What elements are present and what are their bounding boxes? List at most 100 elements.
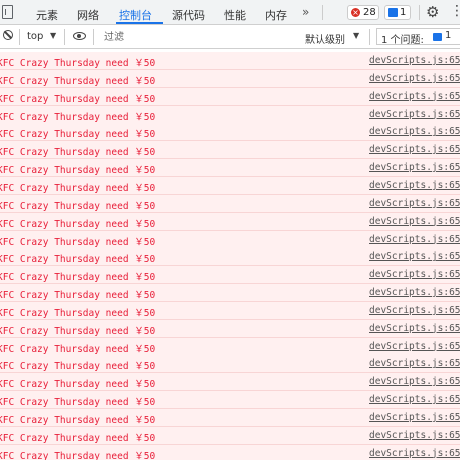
log-source-link[interactable]: devScripts.js:65 bbox=[369, 430, 460, 441]
log-source-link[interactable]: devScripts.js:65 bbox=[369, 251, 460, 262]
log-message: KFC Crazy Thursday need ￥50 bbox=[0, 432, 156, 444]
log-source-link[interactable]: devScripts.js:65 bbox=[369, 341, 460, 352]
console-log-row: KFC Crazy Thursday need ￥50 devScripts.js… bbox=[0, 337, 460, 356]
log-source-link[interactable]: devScripts.js:65 bbox=[369, 126, 460, 137]
console-log-row: KFC Crazy Thursday need ￥50 devScripts.js… bbox=[0, 105, 460, 124]
log-source-link[interactable]: devScripts.js:65 bbox=[369, 269, 460, 280]
log-message: KFC Crazy Thursday need ￥50 bbox=[0, 343, 156, 355]
error-icon: × bbox=[351, 8, 360, 17]
more-tabs-button[interactable]: » bbox=[302, 5, 309, 19]
console-log-row: KFC Crazy Thursday need ￥50 devScripts.js… bbox=[0, 248, 460, 267]
log-message: KFC Crazy Thursday need ￥50 bbox=[0, 415, 156, 426]
log-message: KFC Crazy Thursday need ￥50 bbox=[0, 272, 156, 284]
tab-elements[interactable]: 元素 bbox=[36, 7, 58, 23]
filter-divider bbox=[93, 29, 94, 45]
log-message: KFC Crazy Thursday need ￥50 bbox=[0, 254, 156, 266]
console-log-row: KFC Crazy Thursday need ￥50 devScripts.js… bbox=[0, 409, 460, 427]
log-message: KFC Crazy Thursday need ￥50 bbox=[0, 290, 156, 302]
filter-divider bbox=[19, 29, 20, 45]
log-source-link[interactable]: devScripts.js:65 bbox=[369, 73, 460, 84]
issues-label: 1 个问题: bbox=[381, 35, 424, 46]
console-log-row: KFC Crazy Thursday need ￥50 devScripts.js… bbox=[0, 52, 460, 70]
log-source-link[interactable]: devScripts.js:65 bbox=[369, 448, 460, 459]
console-log-row: KFC Crazy Thursday need ￥50 devScripts.js… bbox=[0, 301, 460, 320]
console-log-row: KFC Crazy Thursday need ￥50 devScripts.js… bbox=[0, 123, 460, 142]
filter-input[interactable] bbox=[100, 28, 303, 46]
devtools-toolbar: 元素 网络 控制台 源代码 性能 内存 » × 28 1 ⚙ ⋮ bbox=[0, 0, 460, 25]
log-message: KFC Crazy Thursday need ￥50 bbox=[0, 218, 156, 230]
tab-memory[interactable]: 内存 bbox=[265, 7, 287, 23]
log-source-link[interactable]: devScripts.js:65 bbox=[369, 323, 460, 334]
log-levels-dropdown[interactable]: 默认级别 bbox=[305, 31, 345, 46]
log-message: KFC Crazy Thursday need ￥50 bbox=[0, 236, 156, 248]
console-log-area: KFC Crazy Thursday need ￥50 devScripts.js… bbox=[0, 49, 460, 460]
log-source-link[interactable]: devScripts.js:65 bbox=[369, 109, 460, 120]
log-message: KFC Crazy Thursday need ￥50 bbox=[0, 58, 156, 69]
log-source-link[interactable]: devScripts.js:65 bbox=[369, 55, 460, 66]
tab-console[interactable]: 控制台 bbox=[119, 7, 152, 23]
log-source-link[interactable]: devScripts.js:65 bbox=[369, 162, 460, 173]
console-log-row: KFC Crazy Thursday need ￥50 devScripts.js… bbox=[0, 176, 460, 195]
log-source-link[interactable]: devScripts.js:65 bbox=[369, 287, 460, 298]
console-log-row: KFC Crazy Thursday need ￥50 devScripts.js… bbox=[0, 391, 460, 410]
error-count-badge[interactable]: × 28 bbox=[347, 5, 379, 20]
console-log-row: KFC Crazy Thursday need ￥50 devScripts.js… bbox=[0, 355, 460, 374]
issues-count: 1 bbox=[445, 30, 452, 41]
log-message: KFC Crazy Thursday need ￥50 bbox=[0, 147, 156, 159]
log-source-link[interactable]: devScripts.js:65 bbox=[369, 91, 460, 102]
log-message: KFC Crazy Thursday need ￥50 bbox=[0, 182, 156, 194]
console-log-row: KFC Crazy Thursday need ￥50 devScripts.js… bbox=[0, 284, 460, 303]
console-log-row: KFC Crazy Thursday need ￥50 devScripts.js… bbox=[0, 69, 460, 88]
log-source-link[interactable]: devScripts.js:65 bbox=[369, 198, 460, 209]
issues-button[interactable]: 1 个问题: 1 bbox=[376, 28, 460, 46]
log-message: KFC Crazy Thursday need ￥50 bbox=[0, 75, 156, 87]
console-log-row: KFC Crazy Thursday need ￥50 devScripts.js… bbox=[0, 141, 460, 160]
console-log-row: KFC Crazy Thursday need ￥50 devScripts.js… bbox=[0, 444, 460, 460]
error-count: 28 bbox=[363, 7, 376, 18]
log-source-link[interactable]: devScripts.js:65 bbox=[369, 180, 460, 191]
log-message: KFC Crazy Thursday need ￥50 bbox=[0, 325, 156, 337]
gear-icon[interactable]: ⚙ bbox=[426, 4, 439, 21]
log-message: KFC Crazy Thursday need ￥50 bbox=[0, 450, 156, 460]
console-log-row: KFC Crazy Thursday need ￥50 devScripts.js… bbox=[0, 194, 460, 213]
panel-toggle-icon[interactable] bbox=[2, 5, 13, 19]
console-log-row: KFC Crazy Thursday need ￥50 devScripts.js… bbox=[0, 373, 460, 392]
log-message: KFC Crazy Thursday need ￥50 bbox=[0, 307, 156, 319]
log-source-link[interactable]: devScripts.js:65 bbox=[369, 376, 460, 387]
console-filter-bar: top ▼ 默认级别 ▼ 1 个问题: 1 bbox=[0, 25, 460, 49]
more-vert-icon[interactable]: ⋮ bbox=[450, 3, 460, 20]
filter-divider bbox=[369, 29, 370, 45]
console-log-row: KFC Crazy Thursday need ￥50 devScripts.js… bbox=[0, 212, 460, 231]
console-log-row: KFC Crazy Thursday need ￥50 devScripts.js… bbox=[0, 319, 460, 338]
tab-performance[interactable]: 性能 bbox=[224, 7, 246, 23]
log-source-link[interactable]: devScripts.js:65 bbox=[369, 412, 460, 423]
log-message: KFC Crazy Thursday need ￥50 bbox=[0, 397, 156, 409]
toolbar-divider bbox=[322, 5, 323, 20]
console-log-row: KFC Crazy Thursday need ￥50 devScripts.js… bbox=[0, 159, 460, 178]
message-icon bbox=[388, 8, 398, 17]
eye-icon[interactable] bbox=[73, 32, 86, 40]
log-source-link[interactable]: devScripts.js:65 bbox=[369, 394, 460, 405]
filter-divider bbox=[64, 29, 65, 45]
toolbar-divider bbox=[419, 5, 420, 20]
levels-dropdown-icon[interactable]: ▼ bbox=[353, 31, 359, 40]
log-message: KFC Crazy Thursday need ￥50 bbox=[0, 111, 156, 123]
log-source-link[interactable]: devScripts.js:65 bbox=[369, 234, 460, 245]
context-selector[interactable]: top bbox=[27, 31, 43, 42]
log-message: KFC Crazy Thursday need ￥50 bbox=[0, 200, 156, 212]
context-dropdown-icon[interactable]: ▼ bbox=[50, 31, 56, 40]
tab-sources[interactable]: 源代码 bbox=[172, 7, 205, 23]
block-icon[interactable] bbox=[3, 30, 13, 40]
log-source-link[interactable]: devScripts.js:65 bbox=[369, 358, 460, 369]
log-source-link[interactable]: devScripts.js:65 bbox=[369, 305, 460, 316]
console-log-row: KFC Crazy Thursday need ￥50 devScripts.js… bbox=[0, 266, 460, 285]
log-message: KFC Crazy Thursday need ￥50 bbox=[0, 129, 156, 141]
log-message: KFC Crazy Thursday need ￥50 bbox=[0, 165, 156, 177]
console-log-row: KFC Crazy Thursday need ￥50 devScripts.js… bbox=[0, 87, 460, 106]
log-source-link[interactable]: devScripts.js:65 bbox=[369, 144, 460, 155]
log-message: KFC Crazy Thursday need ￥50 bbox=[0, 93, 156, 105]
log-source-link[interactable]: devScripts.js:65 bbox=[369, 216, 460, 227]
console-log-row: KFC Crazy Thursday need ￥50 devScripts.js… bbox=[0, 426, 460, 445]
message-count-badge[interactable]: 1 bbox=[384, 5, 411, 20]
tab-network[interactable]: 网络 bbox=[77, 7, 99, 23]
